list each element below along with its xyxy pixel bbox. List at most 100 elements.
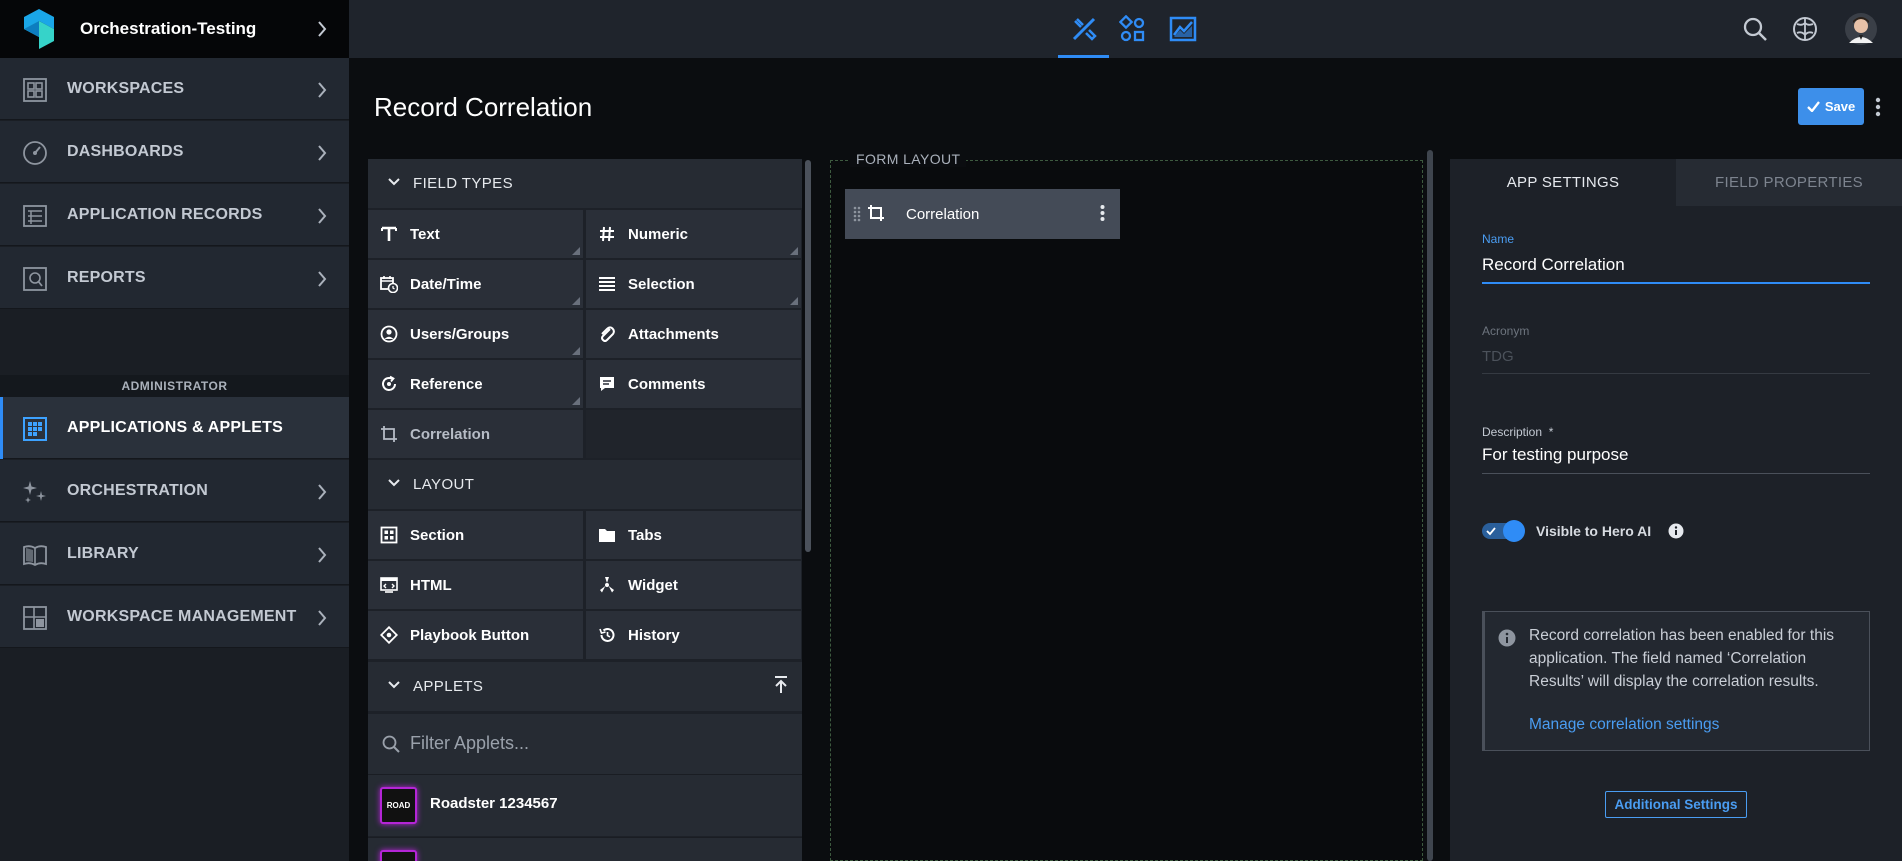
ai-brain-icon xyxy=(1793,17,1817,41)
sidebar-item-library[interactable]: LIBRARY xyxy=(0,523,349,585)
acronym-input-underline xyxy=(1482,373,1870,374)
field-type-selection[interactable]: Selection xyxy=(586,260,801,308)
history-icon xyxy=(599,627,615,642)
search-icon xyxy=(382,735,400,753)
records-icon xyxy=(23,205,47,227)
ai-assistant-button[interactable] xyxy=(1788,12,1822,46)
workspace-switcher[interactable]: Orchestration-Testing xyxy=(0,0,349,58)
flow-builder-icon xyxy=(1119,15,1145,42)
sidebar-item-workspaces[interactable]: WORKSPACES xyxy=(0,58,349,120)
tile-label: Correlation xyxy=(410,425,491,443)
widget-icon xyxy=(600,577,614,593)
field-type-text[interactable]: Text xyxy=(368,210,583,258)
chevron-right-icon xyxy=(318,21,327,37)
field-types-header[interactable]: FIELD TYPES xyxy=(368,159,802,208)
tile-label: Playbook Button xyxy=(410,626,530,644)
tabs-icon xyxy=(599,529,615,542)
name-input[interactable]: Record Correlation xyxy=(1482,255,1625,275)
field-type-comments[interactable]: Comments xyxy=(586,360,801,408)
info-icon xyxy=(1498,629,1516,647)
chevron-right-icon xyxy=(318,145,327,161)
field-type-attachments[interactable]: Attachments xyxy=(586,310,801,358)
additional-settings-button[interactable]: Additional Settings xyxy=(1605,791,1747,818)
visible-to-ai-toggle[interactable] xyxy=(1482,520,1526,542)
canvas-scrollbar[interactable] xyxy=(1427,150,1433,861)
tile-label: Date/Time xyxy=(410,275,482,293)
description-label-text: Description xyxy=(1482,425,1543,439)
applet-item[interactable] xyxy=(368,837,802,861)
tab-flow-icon[interactable] xyxy=(1116,12,1150,46)
tab-app-settings[interactable]: APP SETTINGS xyxy=(1450,159,1676,206)
save-button[interactable]: Save xyxy=(1798,88,1864,125)
chevron-right-icon xyxy=(318,547,327,563)
form-field-correlation[interactable]: Correlation xyxy=(845,189,1120,239)
layout-header[interactable]: LAYOUT xyxy=(368,460,802,509)
field-type-users-groups[interactable]: Users/Groups xyxy=(368,310,583,358)
chevron-right-icon xyxy=(318,484,327,500)
chevron-down-icon xyxy=(388,681,400,689)
sidebar-item-application-records[interactable]: APPLICATION RECORDS xyxy=(0,184,349,246)
more-options-icon[interactable] xyxy=(1874,96,1882,118)
sidebar-item-workspace-management[interactable]: WORKSPACE MANAGEMENT xyxy=(0,586,349,648)
tile-label: Numeric xyxy=(628,225,689,243)
sidebar-item-orchestration[interactable]: ORCHESTRATION xyxy=(0,460,349,522)
drag-handle-icon[interactable] xyxy=(853,206,861,222)
tab-field-properties[interactable]: FIELD PROPERTIES xyxy=(1676,159,1902,206)
sidebar-item-applications-applets[interactable]: APPLICATIONS & APPLETS xyxy=(0,397,349,459)
comment-icon xyxy=(600,377,614,391)
sidebar-item-label: APPLICATIONS & APPLETS xyxy=(67,418,283,436)
design-tools-icon xyxy=(1072,17,1097,41)
search-button[interactable] xyxy=(1738,12,1772,46)
calendar-clock-icon xyxy=(380,276,398,293)
empty-tile xyxy=(586,410,801,458)
layout-history[interactable]: History xyxy=(586,611,801,659)
sidebar-item-label: LIBRARY xyxy=(67,544,139,562)
filter-applets-field[interactable]: Filter Applets... xyxy=(368,714,802,774)
tab-chart-icon[interactable] xyxy=(1166,12,1200,46)
form-layout-canvas[interactable] xyxy=(830,160,1423,861)
description-label: Description * xyxy=(1482,425,1553,439)
manage-correlation-settings-link[interactable]: Manage correlation settings xyxy=(1529,716,1719,734)
collapse-to-top-icon[interactable] xyxy=(774,676,788,694)
correlation-icon xyxy=(381,426,397,442)
field-type-correlation: Correlation xyxy=(368,410,583,458)
layout-section[interactable]: Section xyxy=(368,511,583,559)
filter-applets-placeholder: Filter Applets... xyxy=(410,733,530,753)
applet-item[interactable]: ROAD Roadster 1234567 xyxy=(368,774,802,836)
field-type-reference[interactable]: Reference xyxy=(368,360,583,408)
resize-corner xyxy=(572,247,580,255)
layout-playbook-button[interactable]: Playbook Button xyxy=(368,611,583,659)
palette-scrollbar[interactable] xyxy=(805,160,811,552)
layout-html[interactable]: HTML xyxy=(368,561,583,609)
description-input[interactable]: For testing purpose xyxy=(1482,445,1628,465)
tile-label: Reference xyxy=(410,375,483,393)
layout-widget[interactable]: Widget xyxy=(586,561,801,609)
applet-badge: ROAD xyxy=(380,787,417,824)
tile-label: Users/Groups xyxy=(410,325,510,343)
info-icon[interactable] xyxy=(1668,523,1684,539)
user-circle-icon xyxy=(380,325,398,343)
field-type-datetime[interactable]: Date/Time xyxy=(368,260,583,308)
sidebar: WORKSPACES DASHBOARDS APPLICATION RECORD… xyxy=(0,58,349,861)
layout-tabs[interactable]: Tabs xyxy=(586,511,801,559)
description-input-underline xyxy=(1482,473,1870,474)
chevron-right-icon xyxy=(318,82,327,98)
applications-grid-icon xyxy=(23,417,47,441)
playbook-icon xyxy=(380,626,398,644)
tile-label: History xyxy=(628,626,680,644)
visible-to-ai-label: Visible to Hero AI xyxy=(1536,523,1652,539)
field-type-numeric[interactable]: Numeric xyxy=(586,210,801,258)
tab-design-icon[interactable] xyxy=(1067,12,1101,46)
chevron-right-icon xyxy=(318,271,327,287)
sparkles-icon xyxy=(23,481,46,503)
sidebar-item-dashboards[interactable]: DASHBOARDS xyxy=(0,121,349,183)
section-grid-icon xyxy=(380,526,398,544)
sidebar-item-reports[interactable]: REPORTS xyxy=(0,247,349,309)
form-field-label: Correlation xyxy=(906,205,980,223)
name-input-underline xyxy=(1482,282,1870,284)
acronym-input[interactable]: TDG xyxy=(1482,348,1514,365)
field-menu-icon[interactable] xyxy=(1100,204,1105,222)
user-avatar[interactable] xyxy=(1844,12,1878,46)
acronym-label: Acronym xyxy=(1482,324,1530,338)
applets-header[interactable]: APPLETS xyxy=(368,662,802,711)
